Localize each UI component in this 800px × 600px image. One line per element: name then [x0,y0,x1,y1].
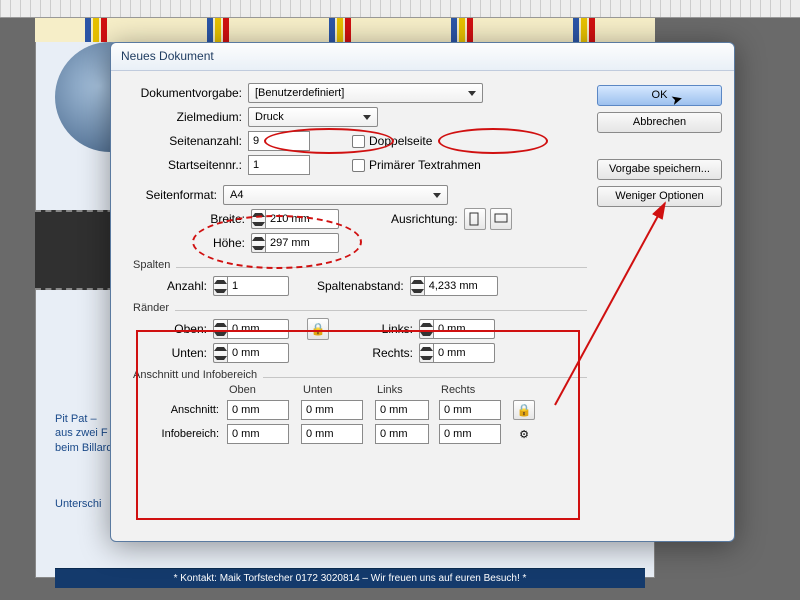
dialog-title: Neues Dokument [121,49,214,63]
spinner-arrows[interactable] [251,209,265,229]
bleed-left-input[interactable] [375,400,429,420]
intent-dropdown[interactable]: Druck [248,107,378,127]
width-input[interactable] [265,209,339,229]
doc-preset-dropdown[interactable]: [Benutzerdefiniert] [248,83,483,103]
ok-button[interactable]: OK ➤ [597,85,722,106]
slug-icon: ⚙ [513,428,535,441]
height-spinner[interactable] [251,233,339,253]
page-size-label: Seitenformat: [133,188,223,202]
columns-gutter-label: Spaltenabstand: [317,279,404,293]
chevron-down-icon [431,189,443,201]
columns-count-input[interactable] [227,276,289,296]
start-page-label: Startseitennr.: [133,158,248,172]
margin-right-label: Rechts: [369,346,419,360]
margins-section-label: Ränder [133,302,175,314]
background-text-partial: Pit Pat – aus zwei F beim Billard [55,412,112,455]
bleed-bot-input[interactable] [301,400,363,420]
columns-count-spinner[interactable] [213,276,289,296]
spinner-arrows[interactable] [410,276,424,296]
slug-left-input[interactable] [375,424,429,444]
spinner-arrows[interactable] [419,343,433,363]
orientation-label: Ausrichtung: [391,212,458,226]
margin-top-spinner[interactable] [213,319,289,339]
margin-bottom-input[interactable] [227,343,289,363]
bleed-right-input[interactable] [439,400,501,420]
link-bleed-icon[interactable]: 🔒 [513,400,535,420]
less-options-button[interactable]: Weniger Optionen [597,186,722,207]
ruler-horizontal [0,0,800,18]
primary-frame-label: Primärer Textrahmen [369,158,481,172]
columns-gutter-input[interactable] [424,276,498,296]
bleed-row-label: Anschnitt: [133,404,223,416]
margin-right-spinner[interactable] [419,343,495,363]
margin-left-label: Links: [369,322,419,336]
columns-count-label: Anzahl: [133,279,213,293]
cursor-icon: ➤ [669,89,685,110]
new-document-dialog: Neues Dokument Dokumentvorgabe: [Benutze… [110,42,735,542]
slug-right-input[interactable] [439,424,501,444]
facing-pages-checkbox[interactable] [352,135,365,148]
margin-right-input[interactable] [433,343,495,363]
width-label: Breite: [133,212,251,226]
bleed-top-input[interactable] [227,400,289,420]
spinner-arrows[interactable] [213,343,227,363]
link-margins-icon[interactable]: 🔒 [307,318,329,340]
orientation-landscape-icon[interactable] [490,208,512,230]
columns-section-label: Spalten [133,259,176,271]
background-footer-bar: * Kontakt: Maik Torfstecher 0172 3020814… [55,568,645,588]
pages-label: Seitenanzahl: [133,134,248,148]
page-size-dropdown[interactable]: A4 [223,185,448,205]
start-page-input[interactable] [248,155,310,175]
cancel-button[interactable]: Abbrechen [597,112,722,133]
margin-bottom-spinner[interactable] [213,343,289,363]
columns-gutter-spinner[interactable] [410,276,498,296]
spinner-arrows[interactable] [419,319,433,339]
intent-label: Zielmedium: [133,110,248,124]
bleed-col-right: Rechts [439,384,509,396]
bleed-col-bot: Unten [301,384,371,396]
margin-left-spinner[interactable] [419,319,495,339]
height-input[interactable] [265,233,339,253]
spinner-arrows[interactable] [213,319,227,339]
chevron-down-icon [466,87,478,99]
chevron-down-icon [361,111,373,123]
dialog-titlebar[interactable]: Neues Dokument [111,43,734,71]
background-text-partial-2: Unterschi [55,498,101,510]
background-flags-decoration [35,18,655,42]
bleed-col-left: Links [375,384,435,396]
bleed-section-label: Anschnitt und Infobereich [133,369,263,381]
save-preset-button[interactable]: Vorgabe speichern... [597,159,722,180]
spinner-arrows[interactable] [251,233,265,253]
pages-input[interactable] [248,131,310,151]
doc-preset-label: Dokumentvorgabe: [133,86,248,100]
bleed-col-top: Oben [227,384,297,396]
orientation-portrait-icon[interactable] [464,208,486,230]
margin-bottom-label: Unten: [133,346,213,360]
facing-pages-label: Doppelseite [369,134,432,148]
width-spinner[interactable] [251,209,339,229]
primary-frame-checkbox[interactable] [352,159,365,172]
slug-bot-input[interactable] [301,424,363,444]
slug-row-label: Infobereich: [133,428,223,440]
slug-top-input[interactable] [227,424,289,444]
margin-top-input[interactable] [227,319,289,339]
spinner-arrows[interactable] [213,276,227,296]
height-label: Höhe: [133,236,251,250]
margin-top-label: Oben: [133,322,213,336]
margin-left-input[interactable] [433,319,495,339]
